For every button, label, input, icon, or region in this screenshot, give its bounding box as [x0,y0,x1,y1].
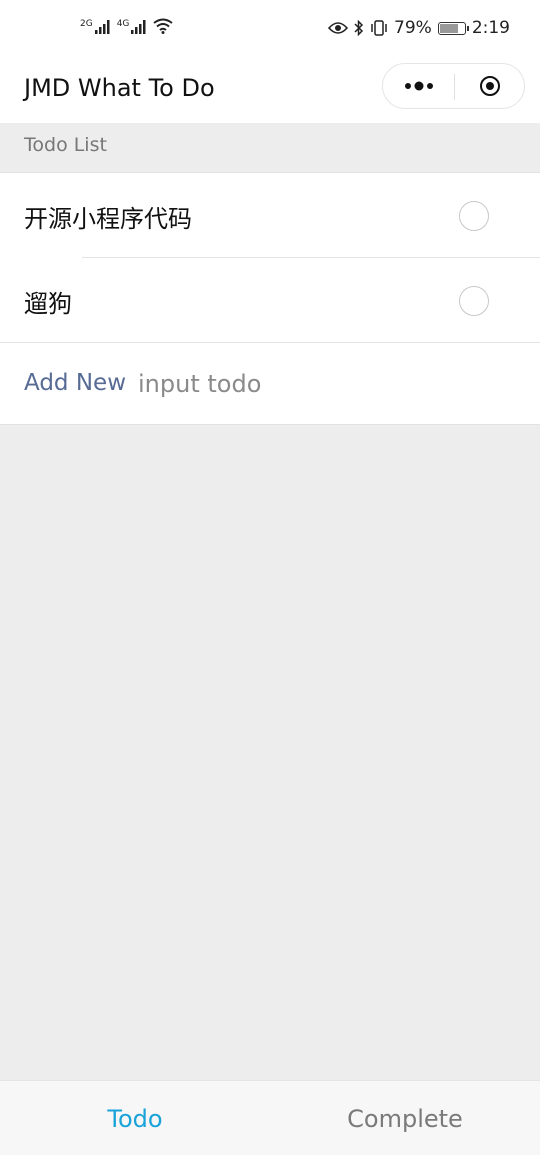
todo-item-text: 开源小程序代码 [24,205,192,233]
target-circle-icon [480,76,500,96]
status-bar: 2G 4G 79% 2:19 [0,0,540,62]
app-screen: 2G 4G 79% 2:19 JMD What To Do Todo List … [0,0,540,1155]
battery-icon [437,21,469,35]
todo-item-text: 遛狗 [24,290,72,318]
bluetooth-icon [354,20,364,36]
add-todo-row: Add New [0,343,540,424]
signal-icon [131,20,146,34]
todo-list: 开源小程序代码 遛狗 Add New [0,172,540,425]
more-button[interactable] [383,64,454,108]
signal-icon [94,20,110,34]
battery-percent: 79% [394,18,432,38]
vibrate-icon [371,20,387,36]
network-type-label: 4G [116,19,130,29]
eye-icon [328,22,349,34]
close-button[interactable] [455,64,525,108]
battery-level-fill [439,23,458,33]
network-indicators: 2G 4G [80,18,174,34]
page-title: JMD What To Do [24,74,215,102]
clock-time: 2:19 [471,18,510,38]
todo-item[interactable]: 遛狗 [0,258,540,343]
todo-complete-radio[interactable] [459,286,489,316]
section-header: Todo List [24,134,107,156]
wifi-icon [153,18,174,34]
tab-complete[interactable]: Complete [270,1081,540,1155]
mini-program-capsule [382,63,525,109]
system-indicators: 79% 2:19 [328,18,510,38]
todo-item[interactable]: 开源小程序代码 [0,173,540,258]
todo-input[interactable] [138,365,498,403]
network-type-label: 2G [80,19,93,29]
tab-bar: Todo Complete [0,1080,540,1155]
tab-todo[interactable]: Todo [0,1081,270,1155]
network-group-1: 2G [80,20,111,34]
more-dots-icon [404,81,433,91]
add-new-label: Add New [24,370,127,396]
todo-complete-radio[interactable] [459,201,489,231]
network-group-2: 4G [117,20,148,34]
navigation-bar: JMD What To Do [0,62,540,123]
